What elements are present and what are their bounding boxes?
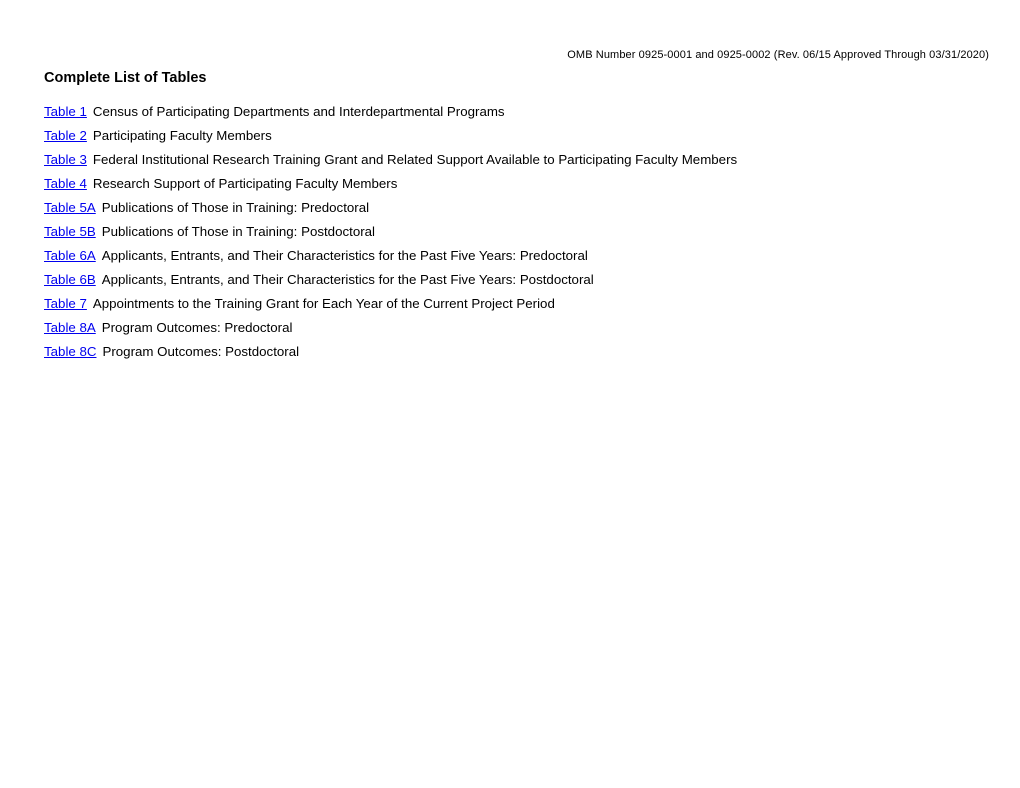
toc-link[interactable]: Table 2: [44, 128, 87, 143]
toc-link[interactable]: Table 3: [44, 152, 87, 167]
toc-entry: Table 1 Census of Participating Departmen…: [44, 103, 1000, 127]
toc-entry-description: Participating Faculty Members: [92, 128, 272, 143]
toc-entry: Table 5B Publications of Those in Trainin…: [44, 223, 1000, 247]
toc-link[interactable]: Table 7: [44, 296, 87, 311]
toc-entry: Table 8A Program Outcomes: Predoctoral: [44, 319, 1000, 343]
toc-entry-description: Applicants, Entrants, and Their Characte…: [101, 272, 594, 287]
document-page: OMB Number 0925-0001 and 0925-0002 (Rev.…: [0, 0, 1020, 788]
toc-entry-description: Appointments to the Training Grant for E…: [92, 296, 555, 311]
toc-entry: Table 3 Federal Institutional Research Tr…: [44, 151, 1000, 175]
toc-entry-description: Census of Participating Departments and …: [92, 104, 505, 119]
toc-entry-description: Program Outcomes: Postdoctoral: [102, 344, 300, 359]
toc-entry: Table 6A Applicants, Entrants, and Their …: [44, 247, 1000, 271]
toc-entry-description: Federal Institutional Research Training …: [92, 152, 738, 167]
toc-link[interactable]: Table 8C: [44, 344, 96, 359]
toc-link[interactable]: Table 6B: [44, 272, 96, 287]
toc-entry: Table 2 Participating Faculty Members: [44, 127, 1000, 151]
toc-entry-description: Publications of Those in Training: Postd…: [101, 224, 375, 239]
toc-link[interactable]: Table 4: [44, 176, 87, 191]
toc-link[interactable]: Table 5A: [44, 200, 96, 215]
toc-link[interactable]: Table 6A: [44, 248, 96, 263]
toc-link[interactable]: Table 5B: [44, 224, 96, 239]
toc-entry: Table 7 Appointments to the Training Gran…: [44, 295, 1000, 319]
toc-entry: Table 5A Publications of Those in Trainin…: [44, 199, 1000, 223]
toc-entry: Table 6B Applicants, Entrants, and Their …: [44, 271, 1000, 295]
toc-entry: Table 8C Program Outcomes: Postdoctoral: [44, 343, 1000, 367]
toc-entry-description: Research Support of Participating Facult…: [92, 176, 398, 191]
omb-number-header: OMB Number 0925-0001 and 0925-0002 (Rev.…: [567, 49, 989, 61]
page-title: Complete List of Tables: [44, 70, 207, 86]
table-of-contents: Table 1 Census of Participating Departmen…: [44, 103, 1000, 367]
toc-entry-description: Publications of Those in Training: Predo…: [101, 200, 370, 215]
toc-entry: Table 4 Research Support of Participating…: [44, 175, 1000, 199]
toc-entry-description: Applicants, Entrants, and Their Characte…: [101, 248, 588, 263]
toc-link[interactable]: Table 8A: [44, 320, 96, 335]
toc-link[interactable]: Table 1: [44, 104, 87, 119]
toc-entry-description: Program Outcomes: Predoctoral: [101, 320, 293, 335]
